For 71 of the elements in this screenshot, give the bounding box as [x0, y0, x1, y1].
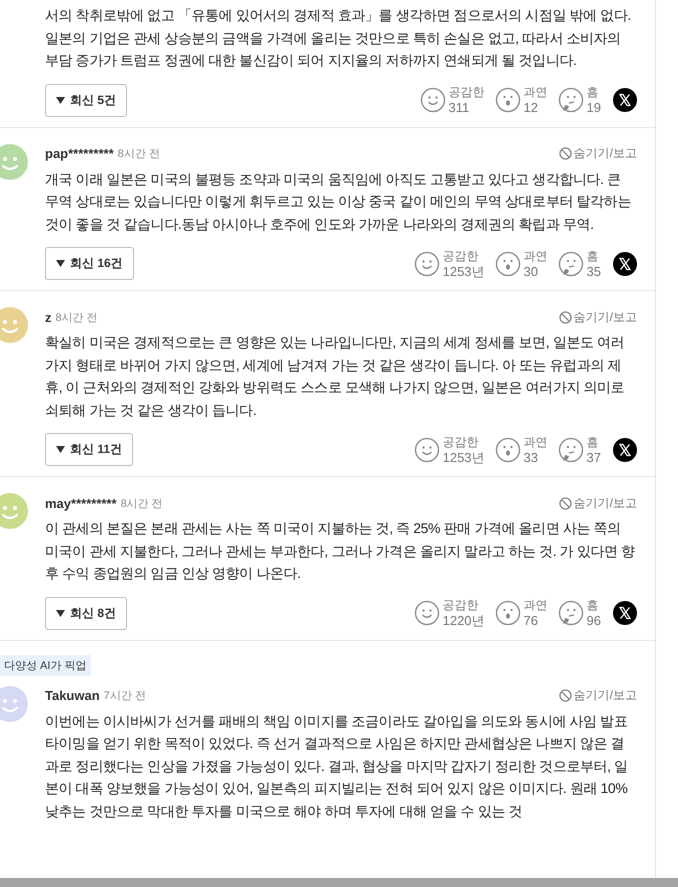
comment-text: 서의 착취로밖에 없고 「유통에 있어서의 경제적 효과」를 생각하면 점으로서의 시점일 밖에 없다. 일본의 기업은 관세 상승분의 금액을 가격에 올리는 것만으로 특히 손실은 없고, 따라서 소비자의 부담 증가가 트럼프 정권에 대한 불신감이 되어 지지율의 저하까지 연쇄되게 될 것입니다. [45, 6, 632, 70]
scrollbar[interactable] [0, 878, 678, 887]
thinking-face-icon[interactable] [558, 87, 584, 113]
hide-report-link[interactable]: 숨기기/보고 [558, 494, 637, 512]
thinking-face-icon[interactable] [558, 600, 584, 626]
author-name[interactable]: pap********* [45, 146, 114, 161]
timestamp: 8시간 전 [56, 310, 98, 324]
reaction-count: 37 [586, 450, 601, 464]
reaction-count: 1253년 [442, 264, 485, 278]
reaction-count: 30 [524, 264, 539, 278]
x-share-icon[interactable] [613, 601, 637, 625]
reaction-count: 12 [524, 100, 539, 115]
reaction-count: 311 [448, 100, 470, 115]
caret-icon [56, 610, 65, 616]
ban-icon [558, 147, 572, 160]
reaction-label: 공감한 [442, 248, 480, 264]
comment-text: 이번에는 이시바씨가 선거를 패배의 책임 이미지를 조금이라도 갈아입을 의도와 동시에 사임 발표 타이밍을 얻기 위한 목적이 있었다. 즉 선거 결과적으로 사임은 하지만 관세협상은 나쁘지 않은 결과로 정리했다는 인상을 가졌을 가능성이 있다. 결과, 협상을 마지막 갑자기 정리한 것으로부터, 일본이 대폭 양보했을 가능성이 있어, 일본측의 피지빌리는 전혀 되어 있지 않은 이미지다. 원래 10% 낮추는 것만으로 막대한 투자를 미국으로 해야 하며 투자에 대해 얻을 수 있는 것 [45, 712, 629, 820]
pickup-badge: 다양성 AI가 픽업 [0, 654, 91, 676]
reaction-label: 과연 [524, 434, 548, 450]
reaction-count: 96 [586, 613, 601, 628]
replies-button[interactable]: 회신 16건 [45, 247, 134, 280]
reaction-label: 과연 [524, 248, 548, 264]
x-share-icon[interactable] [613, 88, 637, 112]
caret-icon [56, 96, 65, 104]
author-name[interactable]: may********* [45, 496, 117, 510]
replies-button[interactable]: 회신 11건 [45, 433, 134, 466]
author-name[interactable]: z [45, 310, 52, 324]
replies-button[interactable]: 회신 8건 [45, 596, 128, 630]
reaction-label: 흠 [586, 85, 600, 100]
reaction-label: 흠 [586, 598, 600, 613]
reaction-label: 공감한 [448, 85, 485, 100]
ban-icon [558, 689, 572, 702]
reaction-label: 흠 [586, 248, 600, 264]
reaction-label: 공감한 [442, 598, 480, 613]
surprised-face-icon[interactable] [494, 436, 521, 462]
hide-report-link[interactable]: 숨기기/보고 [558, 687, 637, 704]
smiley-icon[interactable] [420, 87, 446, 113]
thinking-face-icon[interactable] [558, 250, 584, 276]
thinking-face-icon[interactable] [558, 436, 584, 462]
reaction-count: 19 [586, 100, 601, 115]
comment-text: 확실히 미국은 경제적으로는 큰 영향은 있는 나라입니다만, 지금의 세계 정세를 보면, 일본도 여러가지 형태로 바뀌어 가지 않으면, 세계에 남겨져 가는 것 같은 생각이 듭니다. 아 또는 유럽과의 제휴, 이 근처와의 경제적인 강화와 방위력도 스스로 모색해 나가지 않으면, 일본은 여러가지 의미로 쇠퇴해 가는 것 같은 생각이 듭니다. [45, 333, 626, 420]
ban-icon [558, 310, 572, 324]
author-name[interactable]: Takuwan [45, 688, 100, 703]
smiley-icon[interactable] [414, 600, 440, 626]
surprised-face-icon[interactable] [494, 600, 521, 626]
surprised-face-icon[interactable] [494, 250, 521, 276]
reaction-count: 1220년 [442, 613, 485, 628]
timestamp: 8시간 전 [120, 496, 163, 510]
smiley-icon[interactable] [414, 250, 440, 276]
surprised-face-icon[interactable] [494, 87, 521, 113]
comment-text: 이 관세의 본질은 본래 관세는 사는 쪽 미국이 지불하는 것, 즉 25% 판매 가격에 올리면 사는 쪽의 미국이 관세 지불한다, 그러나 관세는 부과한다, 그러나 가격은 올리지 말라고 하는 것. 가 있다면 향후 수익 종업원의 임금 인상 영향이 나온다. [45, 519, 636, 583]
reaction-count: 33 [524, 450, 539, 464]
reaction-count: 1253년 [442, 450, 485, 464]
caret-icon [56, 446, 65, 453]
timestamp: 7시간 전 [104, 689, 146, 703]
hide-report-link[interactable]: 숨기기/보고 [558, 308, 637, 326]
x-share-icon[interactable] [613, 252, 637, 276]
hide-report-link[interactable]: 숨기기/보고 [558, 145, 637, 162]
smiley-icon[interactable] [414, 436, 440, 462]
ban-icon [558, 496, 572, 510]
reaction-count: 35 [586, 264, 601, 278]
timestamp: 8시간 전 [118, 147, 160, 161]
reaction-label: 공감한 [442, 434, 480, 450]
replies-button[interactable]: 회신 5건 [45, 84, 128, 116]
reaction-count: 76 [524, 613, 539, 628]
reaction-label: 과연 [524, 85, 548, 100]
reaction-label: 흠 [586, 434, 600, 450]
x-share-icon[interactable] [613, 438, 637, 462]
reaction-label: 과연 [524, 598, 548, 613]
caret-icon [56, 260, 65, 267]
comment-text: 개국 이래 일본은 미국의 불평등 조약과 미국의 움직임에 아직도 고통받고 있다고 생각합니다. 큰 무역 상대로는 있습니다만 이렇게 휘두르고 있는 이상 중국 같이 메인의 무역 상대로부터 탈각하는 것이 좋을 것 같습니다.동남 아시아나 호주에 인도와 가까운 나라와의 경제권의 확립과 무역. [45, 170, 632, 234]
